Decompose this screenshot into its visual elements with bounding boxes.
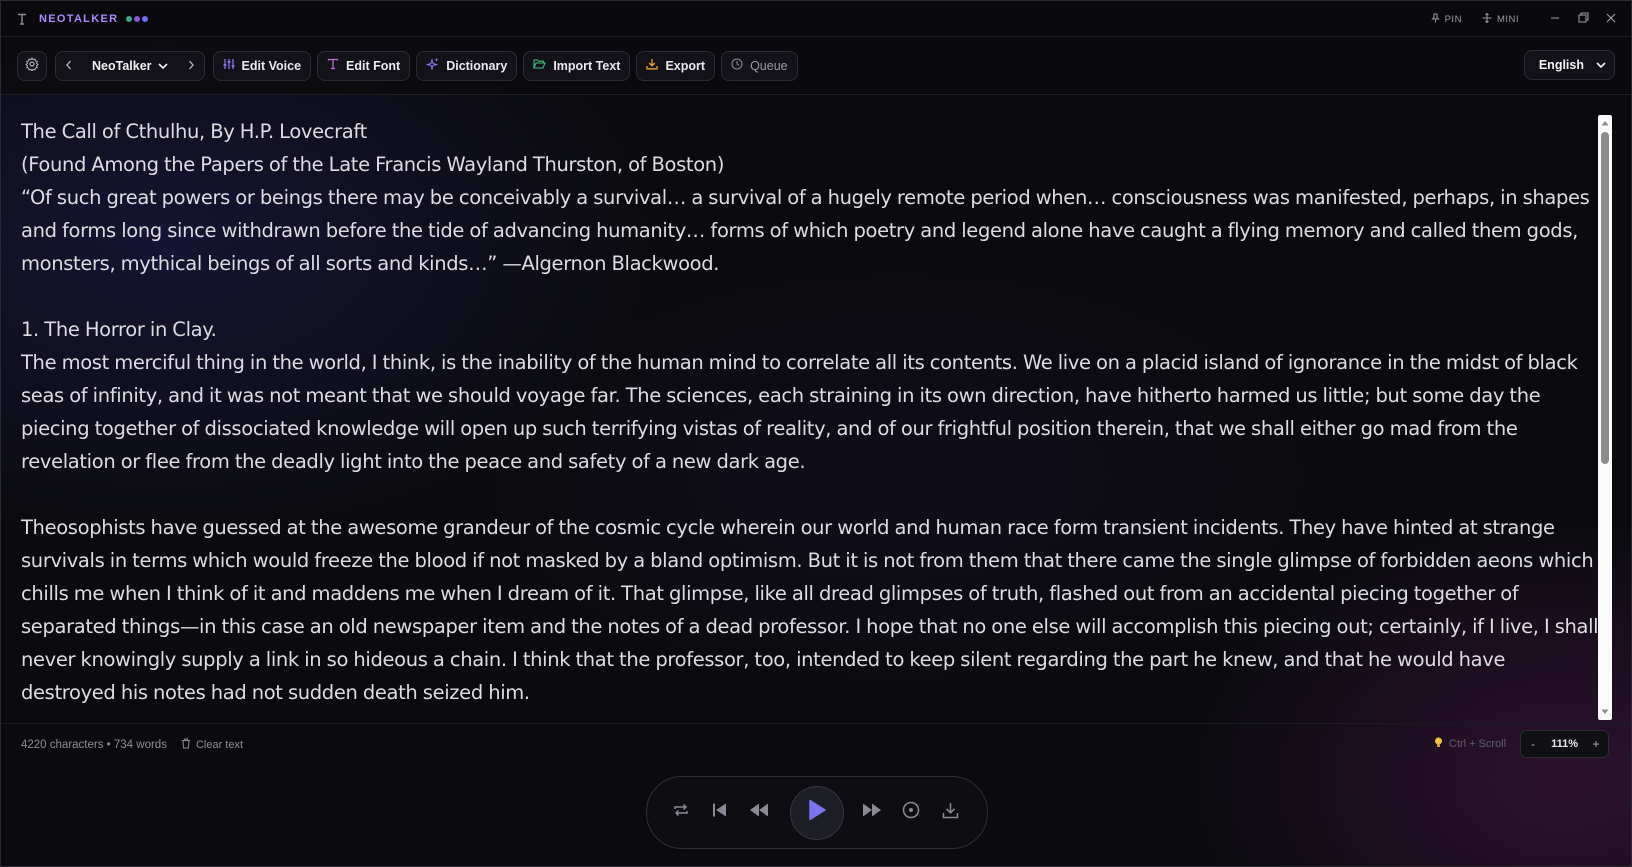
mini-label: MINI bbox=[1496, 13, 1519, 25]
scroll-up-arrow-icon[interactable] bbox=[1598, 117, 1612, 129]
stop-circle-icon bbox=[902, 801, 920, 824]
text-editor[interactable]: The Call of Cthulhu, By H.P. Lovecraft (… bbox=[1, 95, 1601, 720]
edit-font-button[interactable]: Edit Font bbox=[317, 50, 411, 81]
clear-text-label: Clear text bbox=[195, 738, 244, 751]
voice-name: NeoTalker bbox=[92, 58, 152, 73]
repeat-button[interactable] bbox=[669, 801, 693, 825]
app-window: NEOTALKER PIN MINI NeoTalker Edit Voice … bbox=[0, 0, 1632, 867]
download-audio-button[interactable] bbox=[938, 801, 962, 825]
gear-icon bbox=[25, 57, 39, 74]
download-icon bbox=[942, 802, 959, 824]
close-button[interactable] bbox=[1597, 1, 1625, 37]
fast-forward-button[interactable] bbox=[860, 801, 884, 825]
text-paragraph: The most merciful thing in the world, I … bbox=[21, 351, 1578, 473]
pin-icon bbox=[1430, 13, 1440, 26]
rewind-button[interactable] bbox=[747, 801, 771, 825]
zoom-out-button[interactable]: - bbox=[1521, 737, 1545, 751]
mini-button[interactable]: MINI bbox=[1482, 12, 1519, 26]
scrollbar-thumb[interactable] bbox=[1601, 132, 1609, 464]
settings-button[interactable] bbox=[17, 50, 47, 81]
fast-forward-icon bbox=[862, 802, 882, 823]
import-text-button[interactable]: Import Text bbox=[523, 50, 631, 81]
pin-button[interactable]: PIN bbox=[1430, 13, 1462, 26]
status-bar: 4220 characters • 734 words Clear text C… bbox=[1, 723, 1631, 765]
edit-font-label: Edit Font bbox=[346, 58, 401, 73]
lightbulb-icon bbox=[1434, 737, 1443, 751]
repeat-icon bbox=[672, 802, 690, 823]
play-button[interactable] bbox=[790, 785, 844, 840]
title-bar: NEOTALKER PIN MINI bbox=[1, 1, 1631, 37]
zoom-in-button[interactable]: + bbox=[1584, 737, 1608, 751]
pin-label: PIN bbox=[1444, 13, 1462, 25]
status-dot-purple bbox=[134, 15, 141, 22]
playback-controls bbox=[646, 776, 988, 849]
zoom-control: - 111% + bbox=[1520, 730, 1609, 758]
clock-icon bbox=[731, 58, 743, 73]
word-count: 4220 characters • 734 words bbox=[21, 738, 167, 751]
vertical-scrollbar[interactable] bbox=[1598, 115, 1612, 720]
trash-icon bbox=[181, 738, 191, 752]
chevron-down-icon bbox=[1596, 58, 1606, 72]
previous-voice-button[interactable] bbox=[56, 52, 82, 80]
clear-text-button[interactable]: Clear text bbox=[181, 738, 243, 752]
app-logo-icon bbox=[15, 12, 29, 26]
dictionary-button[interactable]: Dictionary bbox=[416, 50, 518, 81]
status-dots bbox=[126, 15, 149, 22]
voice-selector-group: NeoTalker bbox=[55, 50, 205, 81]
queue-button[interactable]: Queue bbox=[721, 50, 798, 81]
chevron-right-icon bbox=[187, 57, 195, 75]
export-button[interactable]: Export bbox=[636, 50, 716, 81]
minimize-icon bbox=[1550, 10, 1560, 28]
text-paragraph: 1. The Horror in Clay. bbox=[21, 318, 217, 341]
stop-button[interactable] bbox=[899, 801, 923, 825]
toolbar: NeoTalker Edit Voice Edit Font Dictionar… bbox=[1, 37, 1631, 95]
minimize-button[interactable] bbox=[1541, 1, 1569, 37]
language-label: English bbox=[1538, 58, 1584, 72]
restore-icon bbox=[1578, 10, 1589, 28]
text-paragraph: Theosophists have guessed at the awesome… bbox=[21, 516, 1599, 704]
chevron-left-icon bbox=[65, 57, 73, 75]
title-bar-controls: PIN MINI bbox=[1430, 1, 1631, 37]
import-text-label: Import Text bbox=[553, 58, 621, 73]
scroll-down-arrow-icon[interactable] bbox=[1598, 706, 1612, 718]
skip-previous-icon bbox=[711, 802, 729, 823]
app-title: NEOTALKER bbox=[39, 12, 119, 25]
dictionary-label: Dictionary bbox=[446, 58, 508, 73]
status-dot-green bbox=[126, 15, 133, 22]
voice-select[interactable]: NeoTalker bbox=[82, 59, 178, 73]
text-paragraph: (Found Among the Papers of the Late Fran… bbox=[21, 153, 725, 176]
download-icon bbox=[646, 58, 659, 73]
edit-voice-label: Edit Voice bbox=[241, 58, 302, 73]
skip-previous-button[interactable] bbox=[708, 801, 732, 825]
close-icon bbox=[1606, 10, 1616, 28]
play-icon bbox=[807, 799, 827, 826]
folder-open-icon bbox=[533, 58, 547, 73]
text-paragraph: The Call of Cthulhu, By H.P. Lovecraft bbox=[21, 120, 367, 143]
status-dot-blue bbox=[142, 15, 149, 22]
zoom-hint-label: Ctrl + Scroll bbox=[1448, 738, 1507, 750]
next-voice-button[interactable] bbox=[178, 52, 204, 80]
restore-button[interactable] bbox=[1569, 1, 1597, 37]
chevron-down-icon bbox=[157, 59, 168, 73]
zoom-level: 111% bbox=[1551, 738, 1578, 750]
zoom-area: Ctrl + Scroll - 111% + bbox=[1434, 730, 1609, 758]
zoom-hint: Ctrl + Scroll bbox=[1434, 737, 1506, 751]
text-paragraph: “Of such great powers or beings there ma… bbox=[21, 186, 1590, 275]
export-label: Export bbox=[665, 58, 706, 73]
language-select[interactable]: English bbox=[1523, 50, 1615, 80]
sliders-icon bbox=[223, 58, 235, 73]
text-type-icon bbox=[327, 58, 339, 73]
queue-label: Queue bbox=[750, 58, 788, 73]
mini-icon bbox=[1482, 12, 1492, 26]
sparkles-icon bbox=[425, 57, 439, 74]
rewind-icon bbox=[749, 802, 769, 823]
edit-voice-button[interactable]: Edit Voice bbox=[212, 50, 312, 81]
